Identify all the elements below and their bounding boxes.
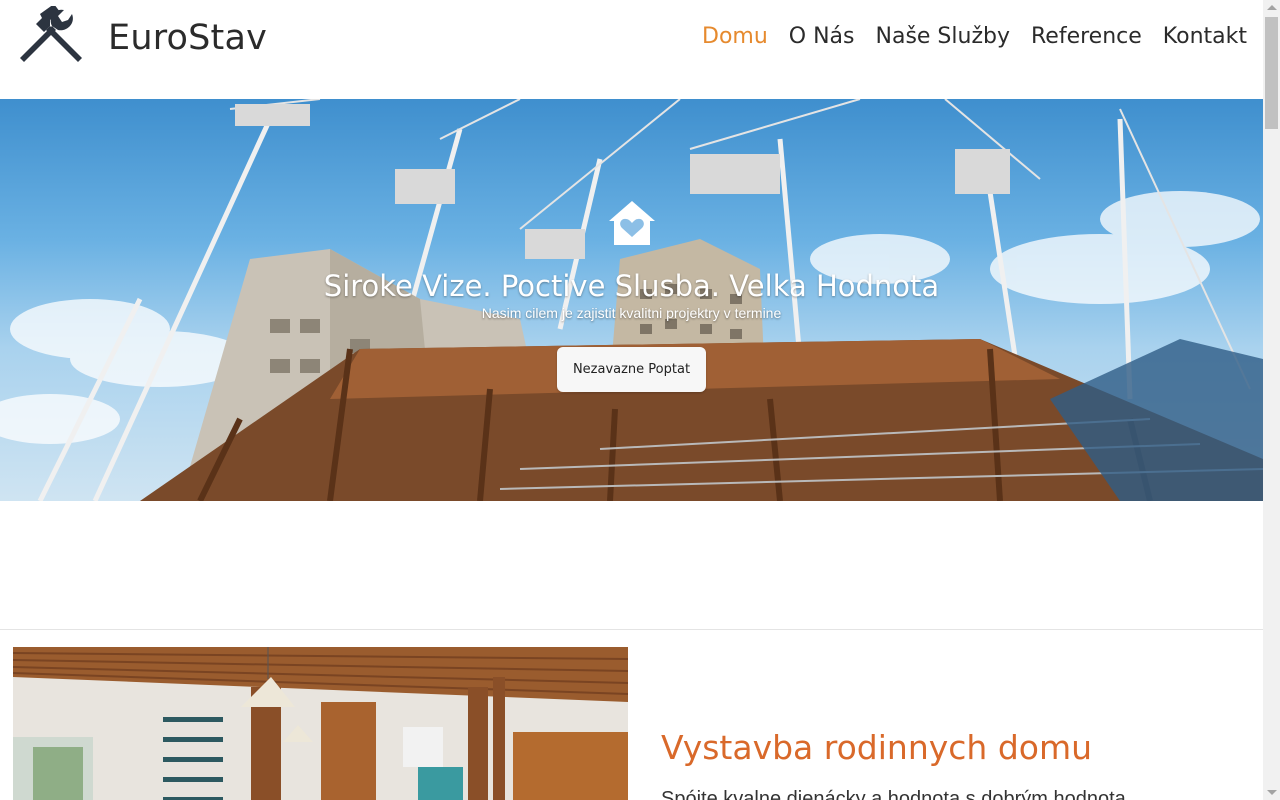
brand-link[interactable]: EuroStav [16,6,267,70]
nav-item-reference[interactable]: Reference [1031,24,1142,49]
scroll-down-icon[interactable] [1267,790,1277,795]
interior-photo [13,647,628,800]
nav-item-domu[interactable]: Domu [702,24,768,49]
nav-item-nase-sluzby[interactable]: Naše Služby [876,24,1010,49]
navbar: EuroStav Domu O Nás Naše Služby Referenc… [0,0,1263,99]
vertical-scrollbar[interactable] [1263,0,1280,800]
house-heart-icon [608,201,655,245]
nav-item-kontakt[interactable]: Kontakt [1163,24,1247,49]
hammer-wrench-icon [20,6,82,62]
page: EuroStav Domu O Nás Naše Služby Referenc… [0,0,1263,800]
nav-item-o-nas[interactable]: O Nás [789,24,855,49]
feature-text: Spójte kvalne dienácky a hodnota s dobrý… [661,788,1143,800]
hero-subtitle: Nasim cilem je zajistit kvalitni projekt… [481,305,782,321]
hero-banner: Siroke Vize. Poctive Slusba. Velka Hodno… [0,99,1263,501]
scrollbar-thumb[interactable] [1265,17,1278,129]
feature-image [13,647,628,800]
brand-name: EuroStav [108,18,268,58]
feature-title: Vystavba rodinnych domu [661,728,1093,767]
section-divider [0,629,1263,630]
scroll-up-icon[interactable] [1267,5,1277,10]
hero-content: Siroke Vize. Poctive Slusba. Velka Hodno… [0,199,1263,392]
main-nav: Domu O Nás Naše Služby Reference Kontakt [681,24,1247,49]
request-quote-button[interactable]: Nezavazne Poptat [556,347,707,392]
hero-title: Siroke Vize. Poctive Slusba. Velka Hodno… [323,269,940,303]
